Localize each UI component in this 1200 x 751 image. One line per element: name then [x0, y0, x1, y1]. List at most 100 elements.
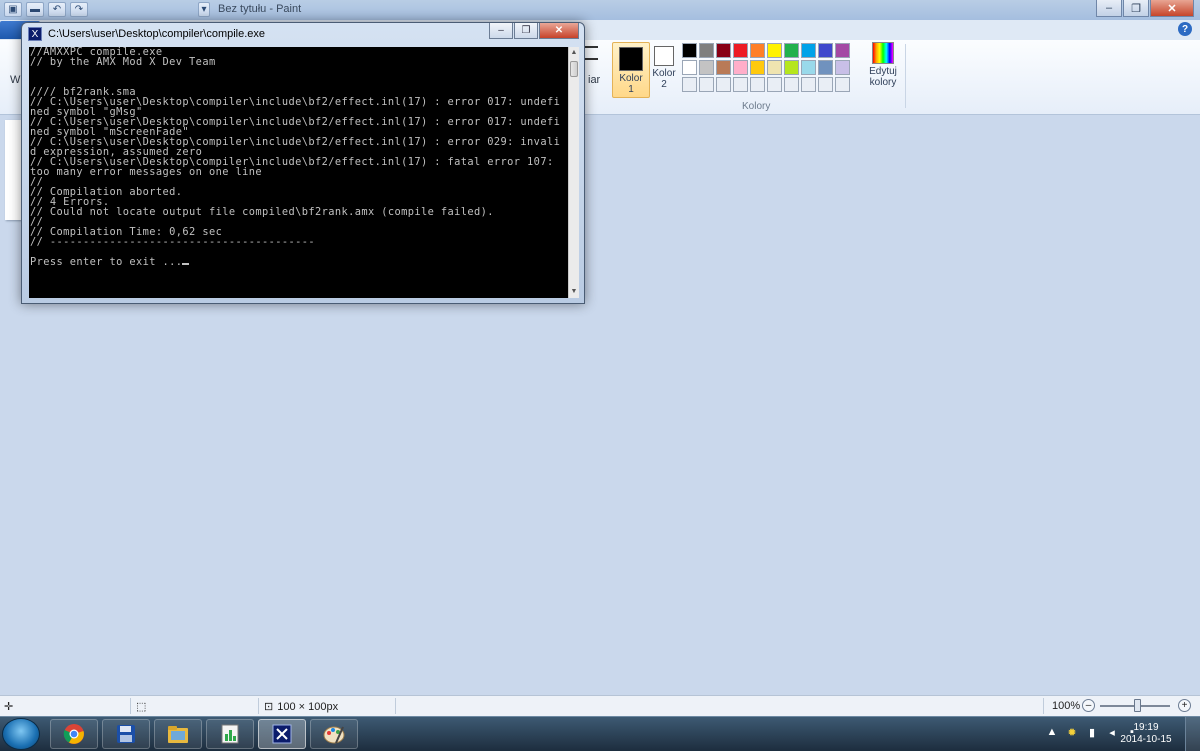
- action-center-flag-icon[interactable]: ✹: [1065, 725, 1079, 739]
- task-manager-icon: [221, 724, 239, 744]
- canvas-size-status: ⊡ 100 × 100px: [264, 700, 339, 714]
- paint-icon: [323, 726, 345, 744]
- volume-icon[interactable]: ◂: [1105, 725, 1119, 739]
- palette-color-swatch[interactable]: [733, 60, 748, 75]
- palette-color-swatch[interactable]: [818, 60, 833, 75]
- palette-color-swatch[interactable]: [767, 60, 782, 75]
- paint-menu-icon[interactable]: ▣: [4, 2, 22, 17]
- console-window-controls: – ❐ ✕: [489, 23, 579, 39]
- undo-icon[interactable]: ↶: [48, 2, 66, 17]
- palette-color-swatch[interactable]: [784, 60, 799, 75]
- paint-maximize-button[interactable]: ❐: [1123, 0, 1149, 17]
- paint-titlebar: ▣ ▬ ↶ ↷ ▾ Bez tytułu - Paint – ❐ ✕: [0, 0, 1200, 21]
- palette-color-swatch[interactable]: [716, 77, 731, 92]
- taskbar-task-manager-button[interactable]: [206, 719, 254, 749]
- paint-minimize-button[interactable]: –: [1096, 0, 1122, 17]
- qat-customize-dropdown-icon[interactable]: ▾: [198, 2, 210, 17]
- palette-color-swatch[interactable]: [784, 43, 799, 58]
- console-maximize-button[interactable]: ❐: [514, 23, 538, 39]
- palette-color-swatch[interactable]: [699, 60, 714, 75]
- selection-size-icon: ⬚: [136, 701, 147, 713]
- palette-color-swatch[interactable]: [716, 43, 731, 58]
- zoom-out-button[interactable]: –: [1082, 699, 1095, 712]
- statusbar-separator: [258, 698, 259, 714]
- edit-colors-icon: [872, 42, 894, 64]
- palette-color-swatch[interactable]: [733, 43, 748, 58]
- palette-color-swatch[interactable]: [835, 60, 850, 75]
- taskbar-clock[interactable]: 19:19 2014-10-15: [1120, 722, 1172, 746]
- color1-number: 1: [628, 84, 634, 95]
- taskbar: ▲ ✹ ▮ ◂ ▪ 19:19 2014-10-15: [0, 716, 1200, 751]
- paint-window-title: Bez tytułu - Paint: [218, 3, 302, 15]
- edit-colors-button[interactable]: Edytuj kolory: [866, 42, 900, 88]
- taskbar-save-app-button[interactable]: [102, 719, 150, 749]
- save-disk-icon: [117, 725, 135, 743]
- console-output-area[interactable]: //AMXXPC compile.exe // by the AMX Mod X…: [29, 47, 568, 298]
- console-output-content: //AMXXPC compile.exe // by the AMX Mod X…: [30, 47, 561, 268]
- palette-color-swatch[interactable]: [818, 77, 833, 92]
- help-icon[interactable]: ?: [1178, 22, 1192, 36]
- scrollbar-thumb[interactable]: [570, 61, 578, 77]
- palette-color-swatch[interactable]: [767, 43, 782, 58]
- statusbar-separator: [395, 698, 396, 714]
- redo-icon[interactable]: ↷: [70, 2, 88, 17]
- explorer-folder-icon: [168, 726, 188, 743]
- start-button[interactable]: [2, 718, 40, 750]
- ribbon-group-separator: [905, 44, 906, 108]
- color1-label: Kolor: [619, 73, 643, 84]
- console-output-text: //AMXXPC compile.exe // by the AMX Mod X…: [29, 47, 568, 267]
- taskbar-console-button[interactable]: [258, 719, 306, 749]
- console-scrollbar[interactable]: ▲ ▼: [568, 47, 579, 298]
- palette-color-swatch[interactable]: [750, 77, 765, 92]
- quick-access-toolbar: ▣ ▬ ↶ ↷: [4, 2, 88, 17]
- palette-color-swatch[interactable]: [750, 60, 765, 75]
- show-hidden-icons-icon[interactable]: ▲: [1045, 725, 1059, 739]
- clock-date: 2014-10-15: [1120, 734, 1172, 745]
- palette-color-swatch[interactable]: [801, 43, 816, 58]
- colors-group-label: Kolory: [742, 101, 771, 112]
- scroll-up-icon[interactable]: ▲: [569, 47, 579, 59]
- console-minimize-button[interactable]: –: [489, 23, 513, 39]
- scroll-down-icon[interactable]: ▼: [569, 286, 579, 298]
- zoom-level-text: 100%: [1052, 700, 1081, 712]
- statusbar-separator: [1043, 698, 1044, 714]
- paint-close-button[interactable]: ✕: [1150, 0, 1194, 17]
- console-close-button[interactable]: ✕: [539, 23, 579, 39]
- paint-window-controls: – ❐ ✕: [1096, 0, 1194, 17]
- palette-color-swatch[interactable]: [801, 60, 816, 75]
- zoom-in-button[interactable]: +: [1178, 699, 1191, 712]
- palette-color-swatch[interactable]: [784, 77, 799, 92]
- color1-swatch: [619, 47, 643, 71]
- cursor-position-icon: ✛: [4, 701, 14, 713]
- network-icon[interactable]: ▮: [1085, 725, 1099, 739]
- palette-color-swatch[interactable]: [699, 77, 714, 92]
- taskbar-paint-button[interactable]: [310, 719, 358, 749]
- edit-colors-label-2: kolory: [869, 77, 897, 88]
- show-desktop-button[interactable]: [1185, 717, 1200, 751]
- palette-color-swatch[interactable]: [818, 43, 833, 58]
- palette-color-swatch[interactable]: [835, 43, 850, 58]
- palette-color-swatch[interactable]: [682, 43, 697, 58]
- color2-button[interactable]: Kolor 2: [645, 42, 683, 98]
- taskbar-chrome-button[interactable]: [50, 719, 98, 749]
- palette-color-swatch[interactable]: [682, 77, 697, 92]
- palette-color-swatch[interactable]: [699, 43, 714, 58]
- canvas-size-text: 100 × 100px: [277, 700, 339, 713]
- color2-label: Kolor: [652, 68, 676, 79]
- console-window[interactable]: X C:\Users\user\Desktop\compiler\compile…: [21, 22, 585, 304]
- edit-colors-label-1: Edytuj: [869, 66, 897, 77]
- taskbar-explorer-button[interactable]: [154, 719, 202, 749]
- ribbon-size-fragment[interactable]: iar: [588, 74, 600, 86]
- console-window-icon[interactable]: X: [28, 27, 42, 41]
- palette-color-swatch[interactable]: [682, 60, 697, 75]
- paint-statusbar: ✛ ⬚ ⊡ 100 × 100px 100% – +: [0, 695, 1200, 717]
- palette-color-swatch[interactable]: [767, 77, 782, 92]
- palette-color-swatch[interactable]: [733, 77, 748, 92]
- palette-color-swatch[interactable]: [801, 77, 816, 92]
- zoom-slider-thumb[interactable]: [1134, 699, 1141, 712]
- palette-color-swatch[interactable]: [750, 43, 765, 58]
- clock-time: 19:19: [1133, 722, 1159, 733]
- save-icon[interactable]: ▬: [26, 2, 44, 17]
- palette-color-swatch[interactable]: [716, 60, 731, 75]
- palette-color-swatch[interactable]: [835, 77, 850, 92]
